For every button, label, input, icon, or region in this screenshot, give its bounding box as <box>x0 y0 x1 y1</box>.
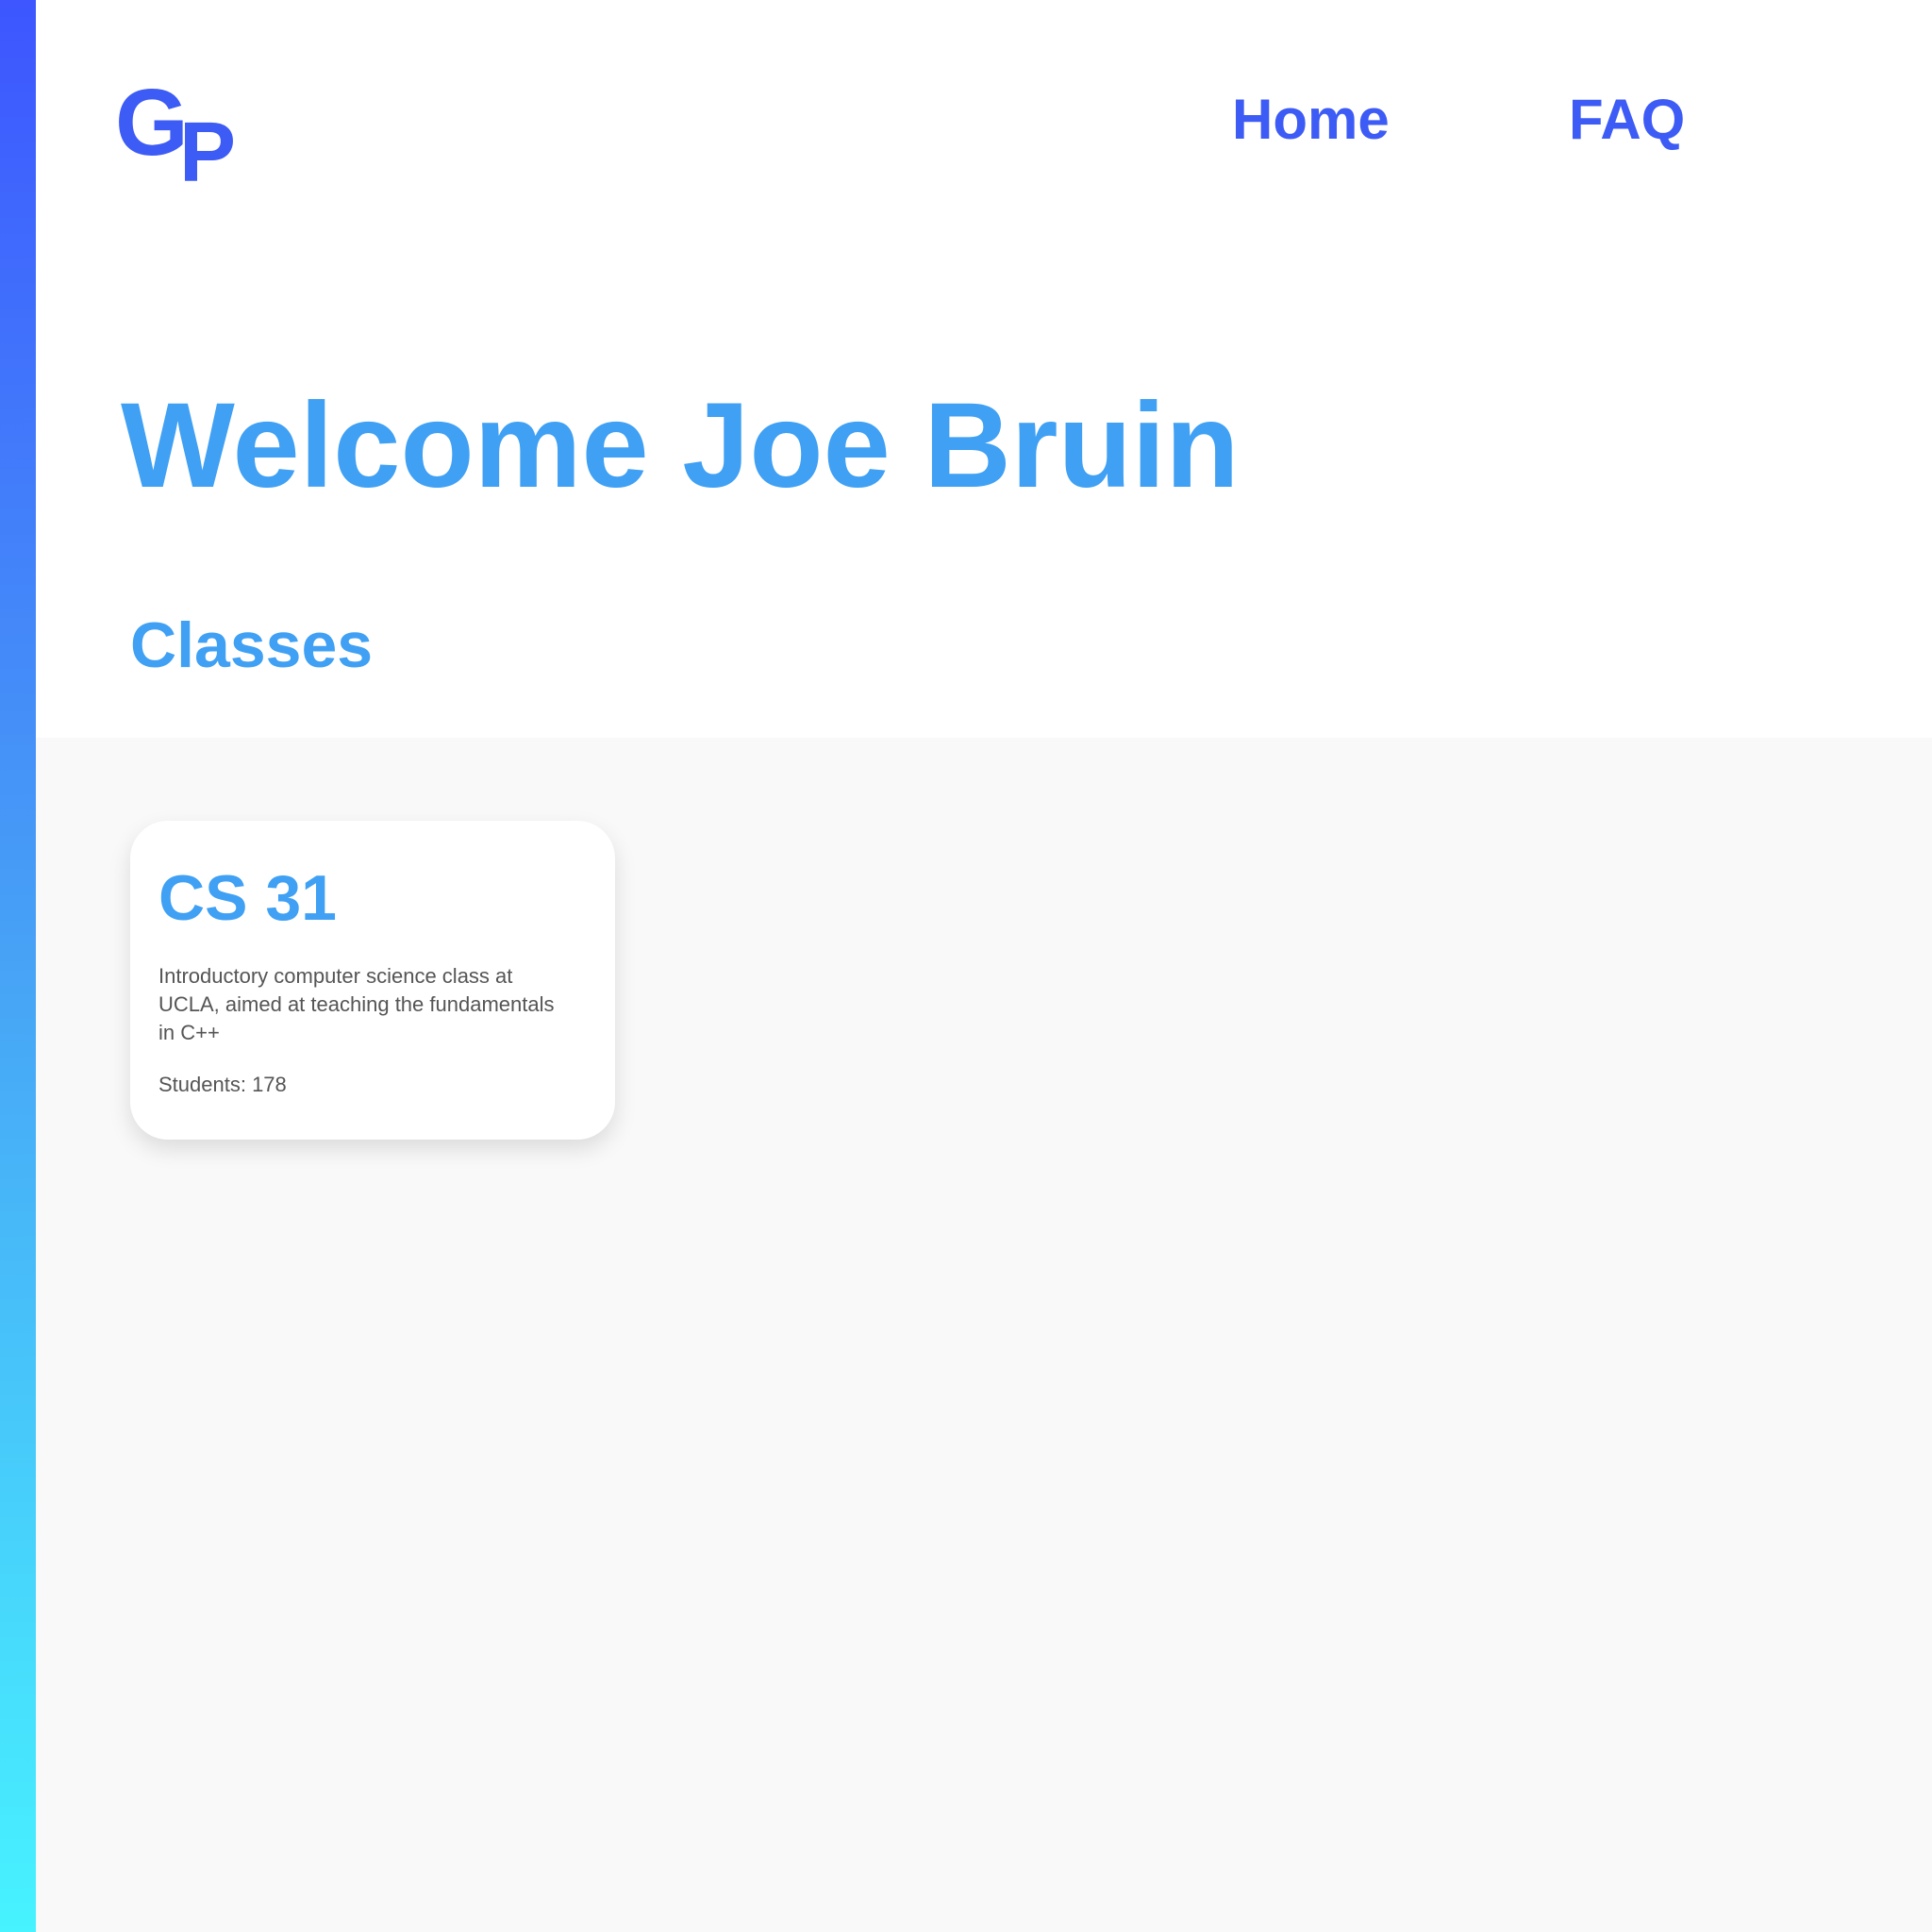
side-gradient-stripe <box>0 0 36 1932</box>
welcome-heading: Welcome Joe Bruin <box>121 378 1240 513</box>
page: G P Home FAQ Welcome Joe Bruin Classes C… <box>0 0 1932 1932</box>
nav-home-link[interactable]: Home <box>1232 87 1390 153</box>
logo-letter-p: P <box>179 106 237 200</box>
class-card-students: Students: 178 <box>158 1073 287 1096</box>
class-card-cs31[interactable]: CS 31 Introductory computer science clas… <box>130 821 615 1140</box>
logo-letter-g: G <box>115 70 189 175</box>
gp-logo[interactable]: G P <box>115 70 247 200</box>
class-card-description: Introductory computer science class at U… <box>158 964 555 1044</box>
nav-faq-link[interactable]: FAQ <box>1569 87 1685 153</box>
classes-section-title: Classes <box>130 609 374 681</box>
class-card-title: CS 31 <box>158 862 337 934</box>
